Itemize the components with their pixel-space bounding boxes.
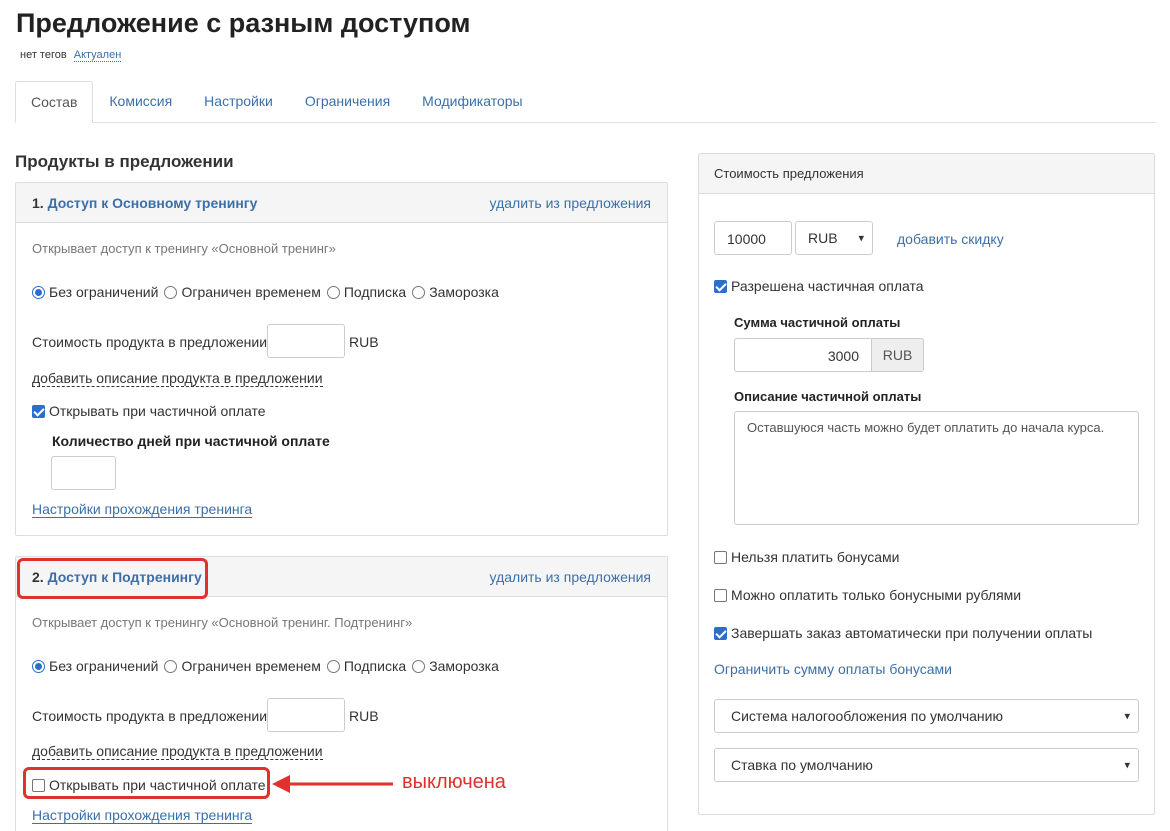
days-input[interactable] xyxy=(51,456,116,490)
tab-settings[interactable]: Настройки xyxy=(188,81,289,123)
status-badge[interactable]: Актуален xyxy=(73,49,122,62)
product-name-link[interactable]: Доступ к Основному тренингу xyxy=(48,195,258,211)
auto-complete-checkbox[interactable] xyxy=(714,627,727,640)
radio-indicator[interactable] xyxy=(326,659,340,673)
no-bonus-row[interactable]: Нельзя платить бонусами xyxy=(714,549,899,565)
tags-label[interactable]: нет тегов xyxy=(20,49,67,61)
currency-label: RUB xyxy=(349,334,379,350)
radio-indicator[interactable] xyxy=(412,659,426,673)
radio-no-limit[interactable]: Без ограничений xyxy=(32,284,158,300)
partial-open-row[interactable]: Открывать при частичной оплате xyxy=(32,403,266,419)
highlight-partial-checkbox xyxy=(23,767,270,799)
tab-modifiers[interactable]: Модификаторы xyxy=(406,81,538,123)
tab-restrictions[interactable]: Ограничения xyxy=(289,81,406,123)
chevron-down-icon: ▾ xyxy=(858,232,864,245)
partial-desc-textarea[interactable]: Оставшуюся часть можно будет оплатить до… xyxy=(734,411,1139,525)
product-price-label: Стоимость продукта в предложении: xyxy=(32,708,271,724)
days-label: Количество дней при частичной оплате xyxy=(52,433,330,449)
tab-composition[interactable]: Состав xyxy=(15,81,94,123)
partial-desc-label: Описание частичной оплаты xyxy=(734,389,922,404)
tab-bar: Состав Комиссия Настройки Ограничения Мо… xyxy=(15,81,1155,123)
rate-select[interactable]: Ставка по умолчанию ▾ xyxy=(714,748,1139,782)
radio-subscription[interactable]: Подписка xyxy=(326,658,406,674)
auto-complete-row[interactable]: Завершать заказ автоматически при получе… xyxy=(714,625,1092,641)
product-price-input[interactable] xyxy=(267,324,345,358)
tab-commission[interactable]: Комиссия xyxy=(93,81,188,123)
radio-indicator[interactable] xyxy=(164,285,178,299)
partial-payment-row[interactable]: Разрешена частичная оплата xyxy=(714,278,924,294)
add-discount-link[interactable]: добавить скидку xyxy=(897,231,1004,247)
product-number: 1. xyxy=(32,195,44,211)
access-type-radios: Без ограничений Ограничен временем Подпи… xyxy=(32,658,505,674)
partial-payment-checkbox[interactable] xyxy=(714,280,727,293)
product-price-input[interactable] xyxy=(267,698,345,732)
only-bonus-checkbox[interactable] xyxy=(714,589,727,602)
partial-sum-currency: RUB xyxy=(872,338,924,372)
training-settings-link[interactable]: Настройки прохождения тренинга xyxy=(32,501,253,518)
offer-price-input[interactable]: 10000 xyxy=(714,221,792,255)
remove-product-link[interactable]: удалить из предложения xyxy=(490,195,651,211)
radio-indicator[interactable] xyxy=(326,285,340,299)
product-description: Открывает доступ к тренингу «Основной тр… xyxy=(32,615,413,630)
currency-label: RUB xyxy=(349,708,379,724)
radio-indicator[interactable] xyxy=(412,285,426,299)
partial-open-checkbox[interactable] xyxy=(32,405,45,418)
offer-price-title: Стоимость предложения xyxy=(699,154,1154,194)
training-settings-link[interactable]: Настройки прохождения тренинга xyxy=(32,807,253,824)
access-type-radios: Без ограничений Ограничен временем Подпи… xyxy=(32,284,505,300)
highlight-product-title xyxy=(17,558,208,599)
add-description-link[interactable]: добавить описание продукта в предложении xyxy=(32,743,323,760)
tax-system-select[interactable]: Система налогообложения по умолчанию ▾ xyxy=(714,699,1139,733)
add-description-link[interactable]: добавить описание продукта в предложении xyxy=(32,370,323,387)
partial-sum-label: Сумма частичной оплаты xyxy=(734,315,901,330)
radio-indicator[interactable] xyxy=(164,659,178,673)
products-section-title: Продукты в предложении xyxy=(15,152,234,171)
only-bonus-row[interactable]: Можно оплатить только бонусными рублями xyxy=(714,587,1021,603)
product-price-label: Стоимость продукта в предложении: xyxy=(32,334,271,350)
product-description: Открывает доступ к тренингу «Основной тр… xyxy=(32,241,336,256)
product-title: 1. Доступ к Основному тренингу xyxy=(32,195,257,211)
page-meta: нет тегов Актуален xyxy=(20,49,122,62)
radio-indicator[interactable] xyxy=(32,285,45,299)
chevron-down-icon: ▾ xyxy=(1124,759,1130,772)
radio-no-limit[interactable]: Без ограничений xyxy=(32,658,158,674)
annotation-label: выключена xyxy=(402,771,506,793)
radio-subscription[interactable]: Подписка xyxy=(326,284,406,300)
no-bonus-checkbox[interactable] xyxy=(714,551,727,564)
limit-bonus-link[interactable]: Ограничить сумму оплаты бонусами xyxy=(714,661,952,677)
chevron-down-icon: ▾ xyxy=(1124,710,1130,723)
page-title: Предложение с разным доступом xyxy=(16,8,471,38)
partial-sum-input[interactable]: 3000 xyxy=(734,338,872,372)
offer-price-panel: Стоимость предложения 10000 RUB ▾ добави… xyxy=(698,153,1155,815)
radio-time-limited[interactable]: Ограничен временем xyxy=(164,284,321,300)
radio-freeze[interactable]: Заморозка xyxy=(412,284,499,300)
product-panel-1: 1. Доступ к Основному тренингу удалить и… xyxy=(15,182,668,536)
product-panel-header: 1. Доступ к Основному тренингу удалить и… xyxy=(16,183,667,223)
remove-product-link[interactable]: удалить из предложения xyxy=(490,569,651,585)
radio-time-limited[interactable]: Ограничен временем xyxy=(164,658,321,674)
arrow-icon xyxy=(272,775,393,793)
radio-freeze[interactable]: Заморозка xyxy=(412,658,499,674)
radio-indicator[interactable] xyxy=(32,659,45,673)
currency-select[interactable]: RUB ▾ xyxy=(795,221,873,255)
